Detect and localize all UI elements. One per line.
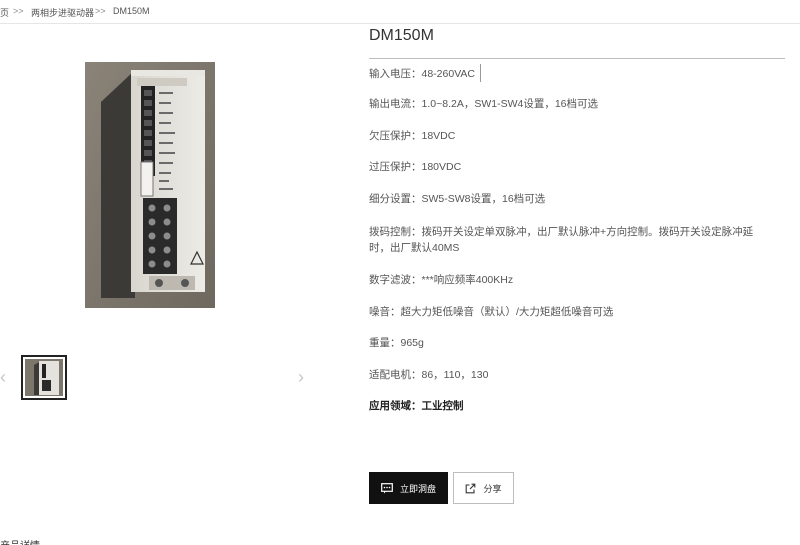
breadcrumb-current: DM150M <box>113 6 150 16</box>
gallery-prev-arrow[interactable]: ‹ <box>0 368 6 386</box>
spec-overvoltage-protection: 过压保护：180VDC <box>369 161 462 173</box>
spec-dip-control: 拨码控制：拨码开关设定单双脉冲，出厂默认脉冲+方向控制。拨码开关设定脉冲延时，出… <box>369 226 754 254</box>
consult-button[interactable]: 立即洞盘 <box>369 472 448 504</box>
chat-icon <box>381 482 393 493</box>
spec-digital-filter: 数字滤波：***响应频率400KHz <box>369 274 514 286</box>
breadcrumb-separator: >> <box>13 6 24 16</box>
consult-button-label: 立即洞盘 <box>399 483 436 494</box>
stepper-driver-photo <box>85 62 215 308</box>
share-button[interactable]: 分享 <box>453 472 514 504</box>
spec-input-voltage: 输入电压：48-260VAC <box>369 68 476 80</box>
spec-application-field: 应用领域：工业控制 <box>369 400 464 412</box>
breadcrumb-home-link[interactable]: 页 <box>0 6 9 19</box>
gallery-next-arrow[interactable]: › <box>298 368 304 386</box>
stepper-driver-thumbnail <box>25 359 63 396</box>
gallery-thumbnail[interactable] <box>21 355 67 400</box>
spec-microstep-setting: 细分设置：SW5-SW8设置，16档可选 <box>369 193 546 205</box>
text-cursor <box>480 64 481 82</box>
product-title: DM150M <box>369 27 434 44</box>
spec-output-current: 输出电流：1.0~8.2A，SW1-SW4设置，16档可选 <box>369 98 599 110</box>
spec-weight: 重量：965g <box>369 337 424 349</box>
share-button-label: 分享 <box>483 483 502 494</box>
breadcrumb: 页 >> 两相步进驱动器 >> DM150M <box>0 0 800 24</box>
spec-compatible-motors: 适配电机：86，110，130 <box>369 369 489 381</box>
spec-undervoltage-protection: 欠压保护：18VDC <box>369 130 456 142</box>
share-icon <box>466 483 476 493</box>
title-divider <box>369 58 785 59</box>
breadcrumb-category-link[interactable]: 两相步进驱动器 <box>31 6 94 19</box>
spec-noise: 噪音：超大力矩低噪音（默认）/大力矩超低噪音可选 <box>369 306 614 318</box>
breadcrumb-separator: >> <box>95 6 106 16</box>
tab-product-details[interactable]: 产品详情 <box>0 537 40 545</box>
product-photo <box>85 62 215 308</box>
